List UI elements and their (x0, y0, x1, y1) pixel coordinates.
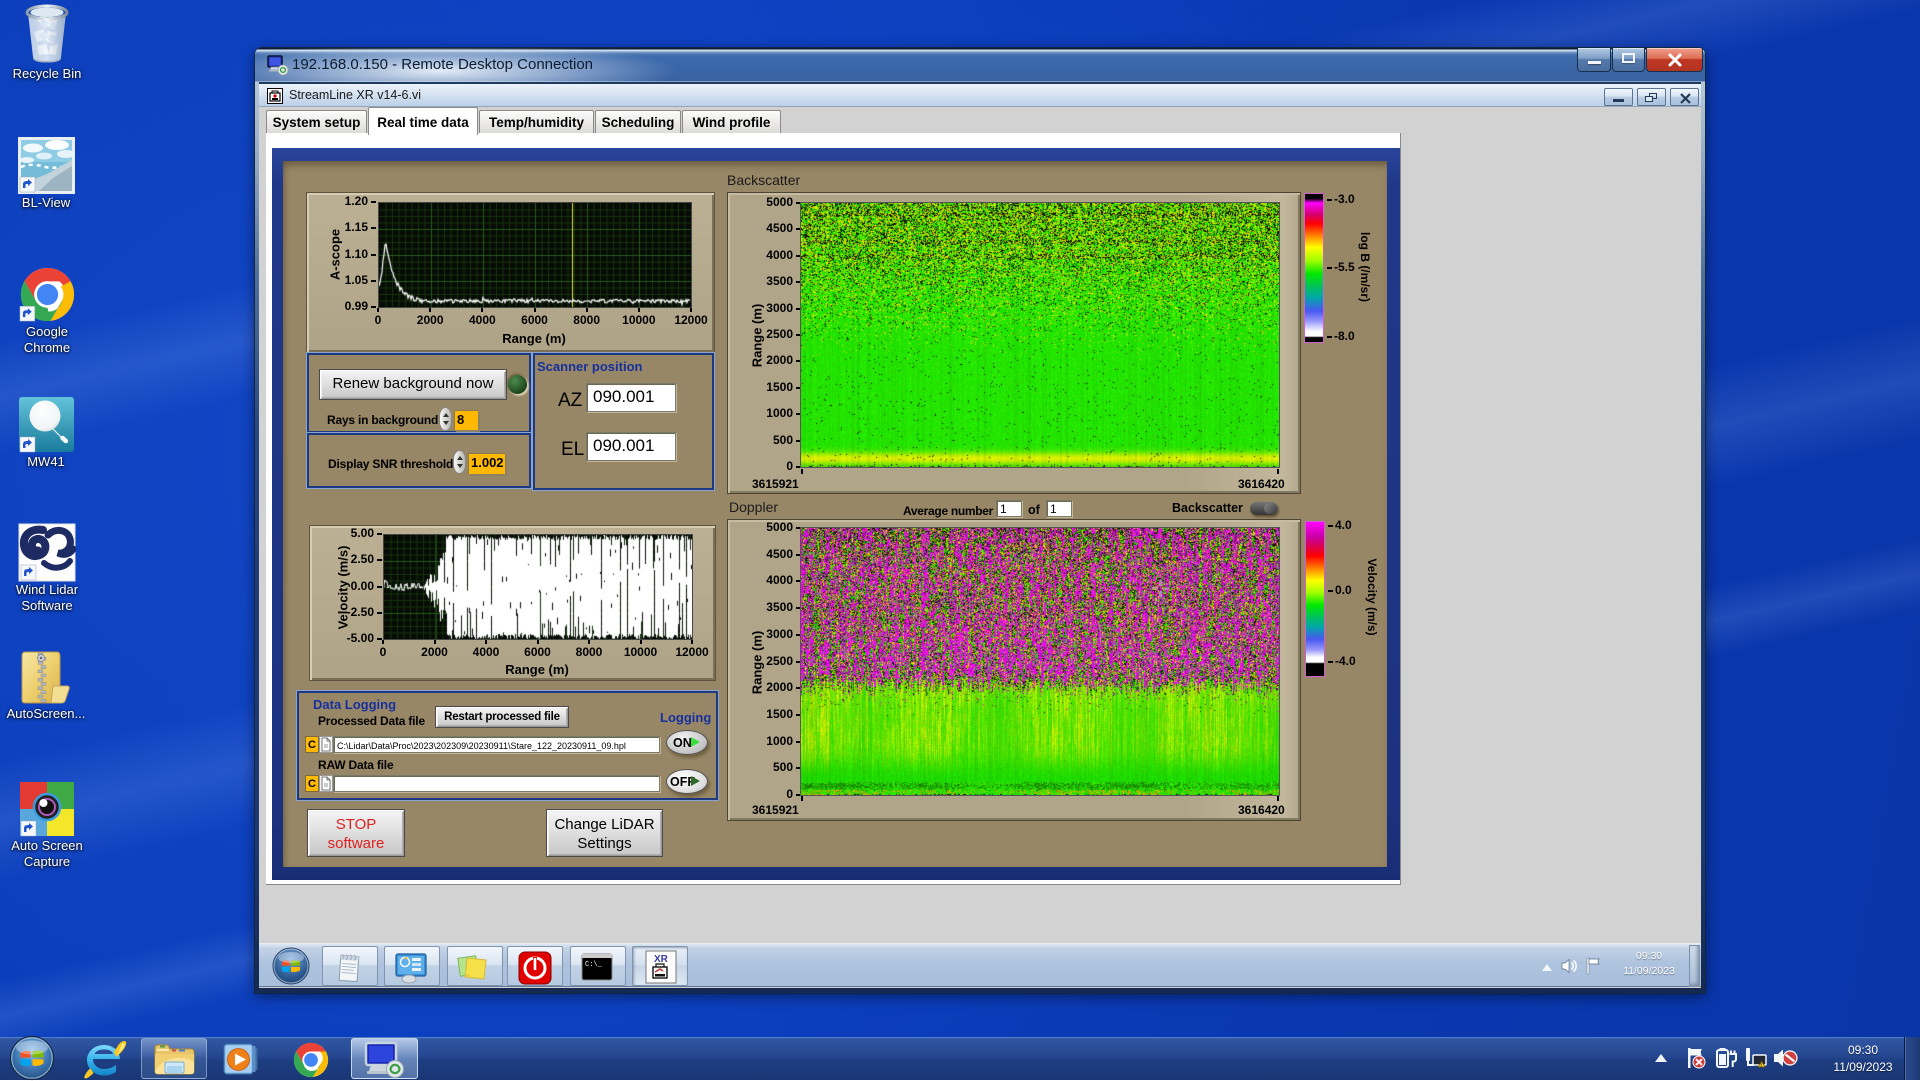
svg-text:C:\_: C:\_ (585, 961, 603, 969)
svg-text:XR: XR (654, 954, 669, 965)
